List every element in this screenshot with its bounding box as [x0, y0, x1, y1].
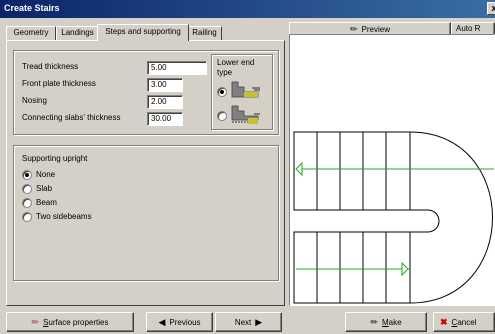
lower-end-type-label: Lower end type [217, 58, 255, 77]
close-icon: ✖ [440, 317, 448, 327]
connecting-slabs-thickness-input[interactable]: 30.00 [147, 112, 183, 126]
stair-end-flush-icon [231, 81, 260, 98]
preview-label: Preview [361, 25, 390, 34]
supporting-beam-radio[interactable] [22, 198, 32, 208]
lower-end-type-radio-2[interactable] [217, 111, 227, 121]
next-button[interactable]: Next ▶ [215, 312, 282, 332]
lower-end-type-group: Lower end type [211, 54, 273, 130]
tab-panel: Tread thickness 5.00 Front plate thickne… [6, 40, 285, 306]
close-button[interactable]: x [487, 2, 495, 15]
arrow-right-icon: ▶ [255, 317, 263, 327]
connecting-slabs-thickness-label: Connecting slabs' thickness [22, 113, 121, 122]
surface-properties-button[interactable]: ✏ Surface properties [6, 312, 134, 332]
nosing-label: Nosing [22, 96, 47, 105]
tab-steps-and-supporting[interactable]: Steps and supporting [97, 24, 189, 41]
supporting-two-sidebeams-radio[interactable] [22, 212, 32, 222]
supporting-two-sidebeams-label: Two sidebeams [36, 212, 92, 221]
supporting-upright-group: Supporting upright None Slab Beam Two si… [13, 145, 279, 281]
tread-thickness-input[interactable]: 5.00 [147, 61, 207, 75]
supporting-beam-label: Beam [36, 198, 57, 207]
make-button[interactable]: ✏ Make [345, 312, 427, 332]
supporting-upright-label: Supporting upright [22, 154, 88, 163]
arrow-left-icon: ◀ [158, 317, 166, 327]
window-title: Create Stairs [4, 3, 60, 13]
front-plate-thickness-input[interactable]: 3.00 [147, 78, 183, 92]
previous-button[interactable]: ◀ Previous [146, 312, 213, 332]
tread-thickness-label: Tread thickness [22, 62, 79, 71]
stair-end-extended-icon [231, 105, 260, 124]
brush-icon: ✏ [31, 317, 40, 327]
supporting-slab-radio[interactable] [22, 184, 32, 194]
supporting-slab-label: Slab [36, 184, 53, 193]
nosing-input[interactable]: 2.00 [147, 95, 183, 109]
cancel-button[interactable]: ✖ Cancel [433, 312, 495, 332]
title-bar: Create Stairs x [0, 0, 495, 18]
pencil-icon: ✏ [370, 317, 378, 327]
supporting-none-label: None [36, 170, 56, 179]
lower-end-type-radio-1[interactable] [217, 87, 227, 97]
tab-railing[interactable]: Railing [187, 26, 222, 40]
supporting-none-radio[interactable] [22, 170, 32, 180]
stair-preview [289, 34, 495, 306]
tab-landings[interactable]: Landings [56, 26, 99, 40]
front-plate-thickness-label: Front plate thickness [22, 79, 96, 88]
stair-plan-drawing [293, 131, 494, 304]
thickness-group: Tread thickness 5.00 Front plate thickne… [13, 50, 279, 135]
tab-geometry[interactable]: Geometry [6, 26, 56, 40]
